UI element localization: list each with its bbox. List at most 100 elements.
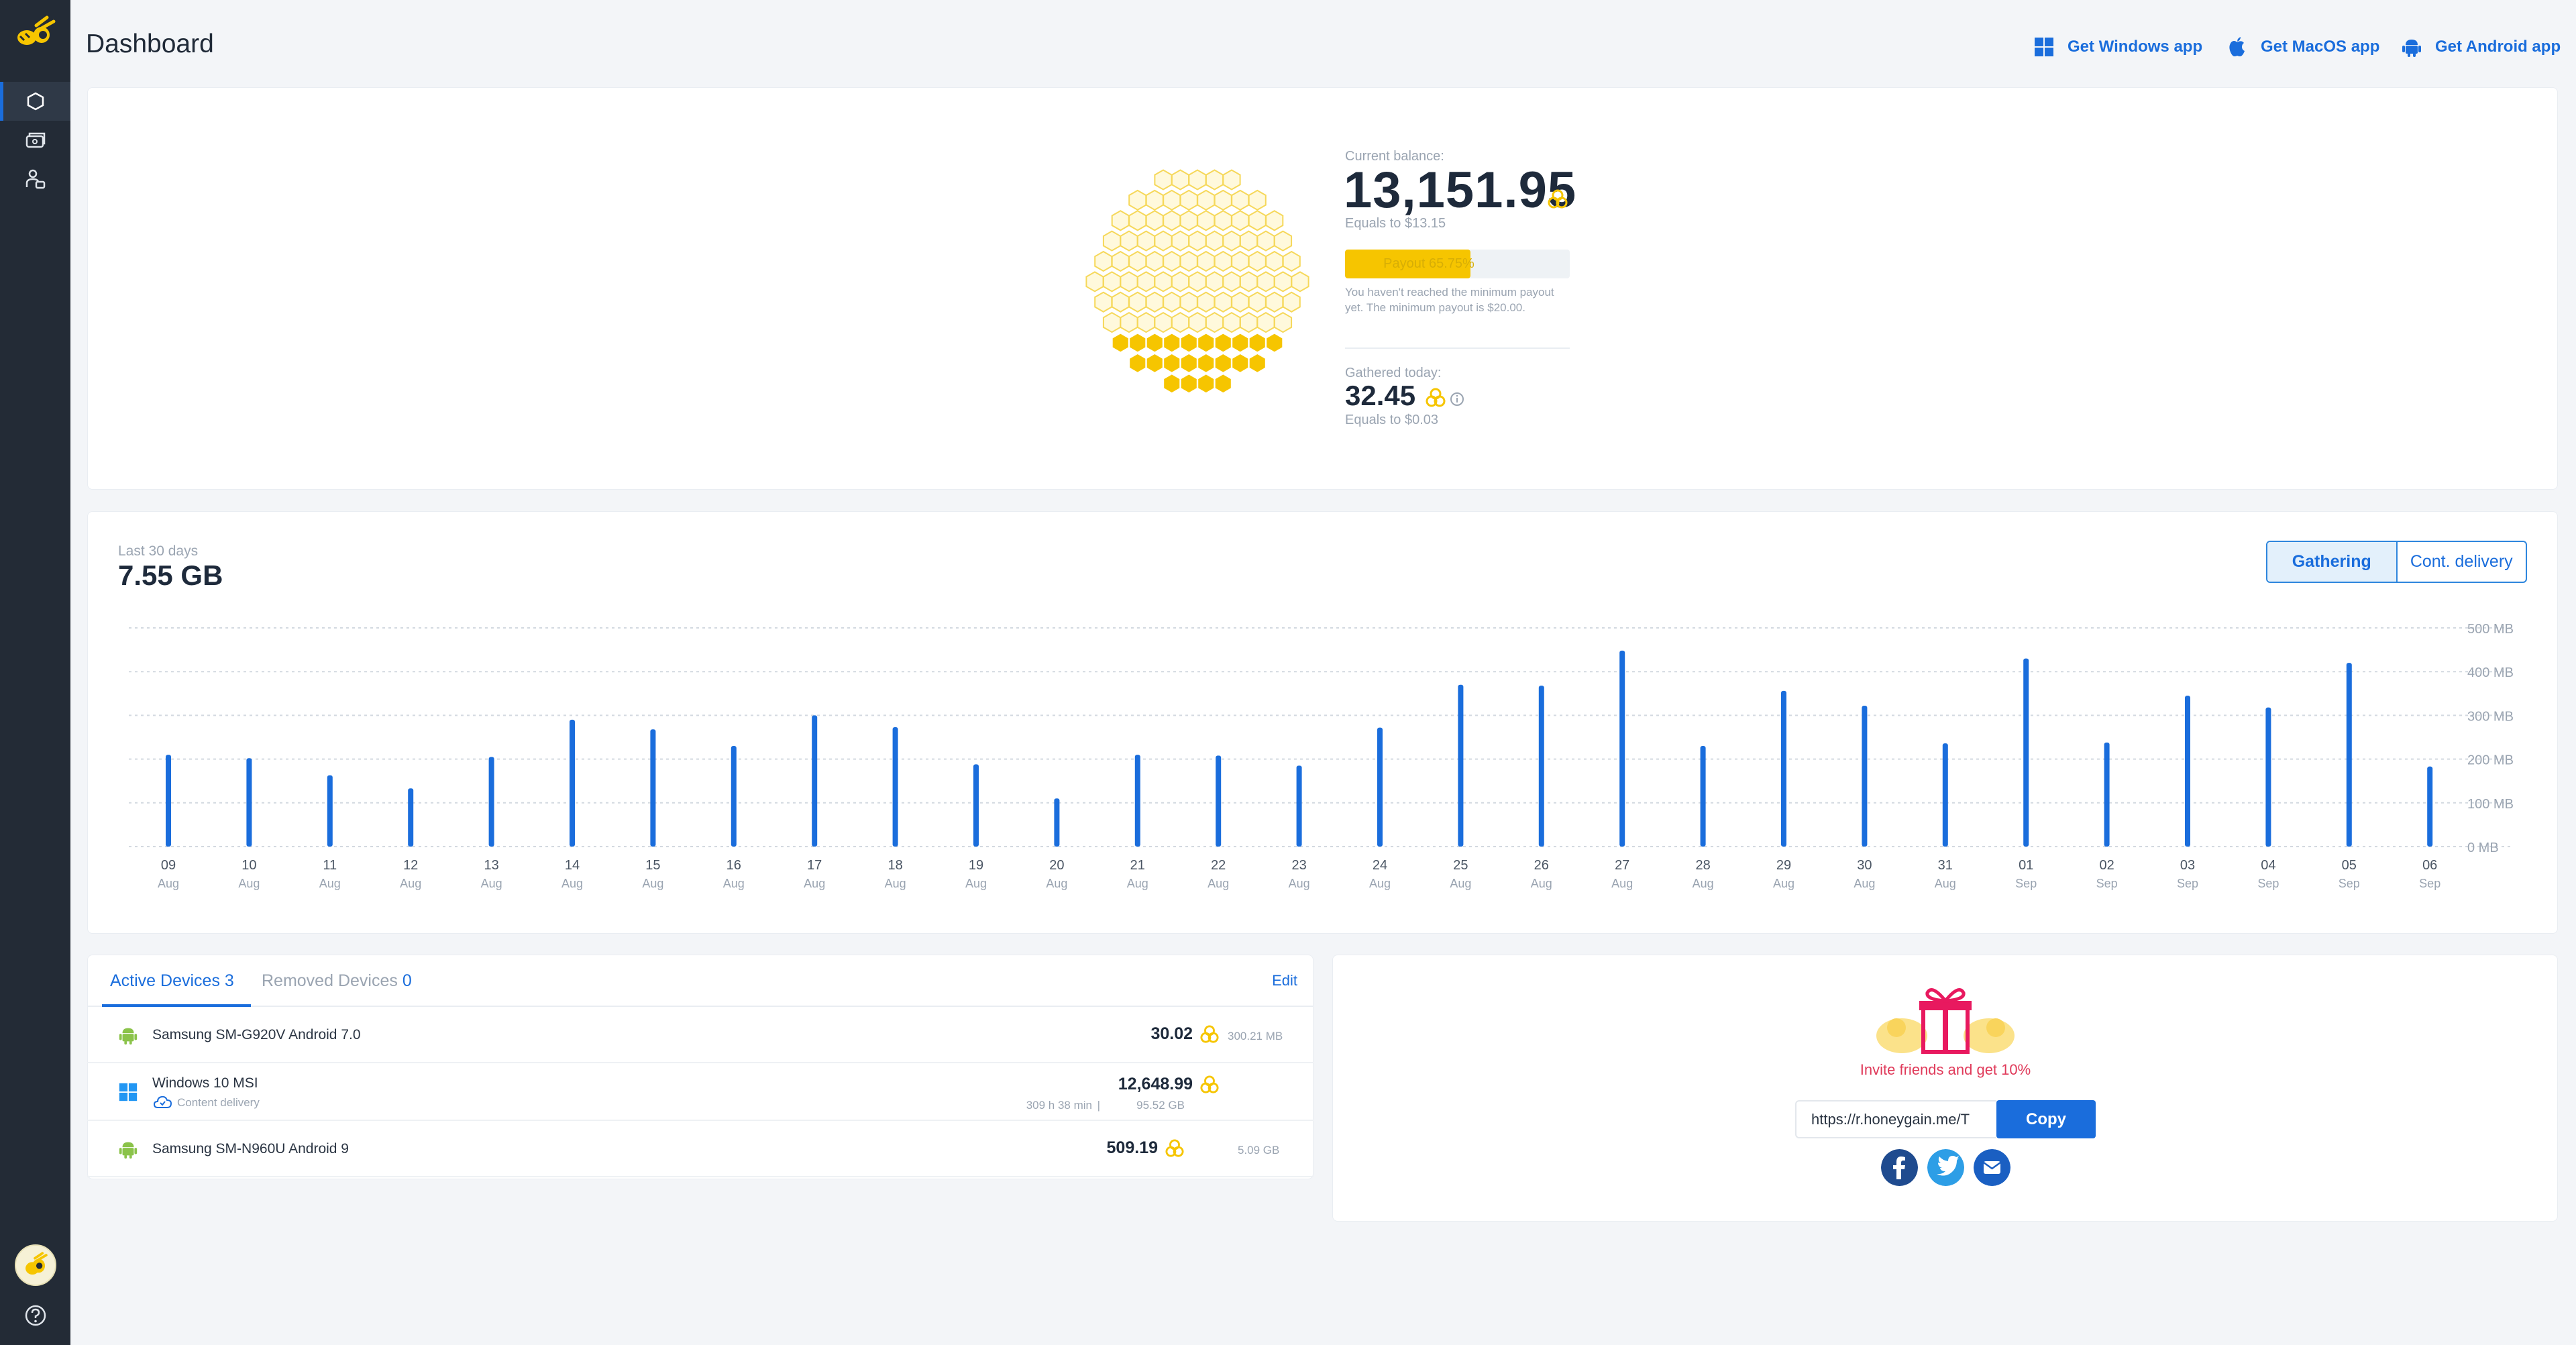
bar[interactable]	[1134, 755, 1140, 847]
bar[interactable]	[327, 775, 333, 847]
tab-removed-devices[interactable]: Removed Devices 0	[254, 955, 428, 1007]
facebook-icon[interactable]	[1881, 1149, 1918, 1186]
bar[interactable]	[1619, 650, 1625, 847]
honeycomb-cell	[1265, 210, 1284, 231]
honeycomb-cell	[1145, 250, 1164, 272]
honeycomb-cell	[1197, 352, 1216, 374]
device-data-usage: 5.09 GB	[1238, 1144, 1280, 1156]
bar[interactable]	[2427, 766, 2433, 847]
bar[interactable]	[1216, 755, 1222, 847]
x-tick-day: 10	[241, 858, 256, 873]
honeycomb-cell	[1214, 373, 1232, 394]
device-row[interactable]: Samsung SM-N960U Android 9 509.19 5.09 G…	[87, 1121, 1313, 1177]
honeycomb-cell	[1171, 169, 1190, 191]
x-tick-day: 27	[1615, 858, 1629, 873]
help-icon[interactable]	[23, 1303, 48, 1328]
get-android-app-link[interactable]: Get Android app	[2400, 34, 2561, 60]
honeycomb-cell	[1111, 291, 1130, 313]
x-tick-day: 09	[161, 858, 176, 873]
x-tick-day: 01	[2019, 858, 2033, 873]
bar[interactable]	[1538, 686, 1544, 847]
x-tick-month: Aug	[723, 877, 745, 890]
honeycomb-cell	[1273, 311, 1293, 333]
honeycomb-cell	[1179, 210, 1198, 231]
twitter-icon[interactable]	[1927, 1149, 1964, 1186]
bar[interactable]	[650, 729, 656, 847]
honeycomb-cell	[1120, 311, 1138, 333]
bar[interactable]	[731, 746, 737, 847]
bar[interactable]	[1054, 798, 1060, 847]
bar[interactable]	[488, 757, 494, 847]
bar[interactable]	[246, 758, 252, 847]
people-icon	[25, 169, 45, 189]
honeycomb-cell	[1179, 352, 1198, 374]
x-tick-month: Sep	[2015, 877, 2037, 890]
edit-devices-link[interactable]: Edit	[1272, 955, 1297, 1007]
bar[interactable]	[1942, 743, 1948, 847]
honeycomb-cell	[1163, 373, 1181, 394]
honeycomb-cell	[1248, 352, 1267, 374]
bar[interactable]	[1781, 690, 1786, 847]
gathering-toggle-button[interactable]: Gathering	[2267, 542, 2396, 582]
bar[interactable]	[1700, 746, 1706, 847]
x-tick-day: 26	[1534, 858, 1549, 873]
x-tick-month: Aug	[642, 877, 663, 890]
honeycomb-cell	[1163, 189, 1181, 211]
honeycomb-cell	[1231, 189, 1250, 211]
sidebar-item-referrals[interactable]	[0, 160, 70, 199]
device-row[interactable]: Samsung SM-G920V Android 7.0 30.02 300.2…	[87, 1007, 1313, 1063]
honeycomb-cell	[1179, 189, 1198, 211]
honeycomb-cell	[1197, 291, 1216, 313]
honeycomb-cell	[1154, 230, 1173, 252]
hexagon-icon	[27, 92, 44, 111]
honeygain-credits-icon	[1200, 1075, 1219, 1093]
y-tick-label: 400 MB	[2467, 665, 2514, 680]
gathered-today-label: Gathered today:	[1345, 366, 1442, 380]
honeycomb-cell	[1145, 189, 1164, 211]
honeygain-credits-icon	[1548, 189, 1568, 209]
bar[interactable]	[570, 719, 575, 847]
tab-active-devices[interactable]: Active Devices 3	[102, 955, 251, 1007]
bar[interactable]	[408, 788, 414, 847]
x-tick-day: 23	[1291, 858, 1306, 873]
tab-removed-devices-label: Removed Devices	[262, 971, 398, 990]
windows-icon	[119, 1083, 138, 1101]
bar[interactable]	[2265, 707, 2271, 847]
sidebar-item-dashboard[interactable]	[0, 82, 70, 121]
get-macos-app-link[interactable]: Get MacOS app	[2226, 34, 2379, 60]
device-row[interactable]: Windows 10 MSI Content delivery 12,648.9…	[87, 1063, 1313, 1121]
bar[interactable]	[2023, 658, 2029, 847]
x-tick-day: 22	[1211, 858, 1226, 873]
bar[interactable]	[2346, 663, 2352, 847]
gathered-today-equals: Equals to $0.03	[1345, 413, 1438, 427]
bar[interactable]	[812, 715, 818, 847]
bar[interactable]	[1862, 706, 1868, 847]
bar[interactable]	[166, 755, 171, 847]
bar[interactable]	[2185, 696, 2190, 847]
content-delivery-toggle-button[interactable]: Cont. delivery	[2396, 542, 2526, 582]
email-icon[interactable]	[1974, 1149, 2010, 1186]
device-earnings: 12,648.99	[1118, 1075, 1193, 1093]
bar[interactable]	[973, 764, 979, 847]
bar[interactable]	[892, 727, 898, 847]
honeycomb-cell	[1205, 311, 1224, 333]
honeycomb-cell	[1188, 311, 1207, 333]
honeycomb-cell	[1188, 271, 1207, 292]
honeygain-logo[interactable]	[12, 12, 59, 52]
copy-button[interactable]: Copy	[1996, 1100, 2096, 1138]
x-tick-month: Sep	[2419, 877, 2440, 890]
bar[interactable]	[1458, 684, 1464, 847]
get-windows-app-link[interactable]: Get Windows app	[2033, 34, 2202, 60]
sidebar-item-wallet[interactable]	[0, 121, 70, 160]
tab-removed-devices-count: 0	[402, 971, 412, 990]
bar[interactable]	[2104, 742, 2110, 847]
honeycomb-cell	[1248, 332, 1267, 354]
bar[interactable]	[1377, 727, 1383, 847]
bar[interactable]	[1296, 765, 1302, 847]
user-avatar[interactable]	[15, 1244, 56, 1286]
honeycomb-cell	[1128, 250, 1147, 272]
honeycomb-cell	[1179, 373, 1198, 394]
referral-link-input[interactable]: https://r.honeygain.me/T	[1795, 1100, 1996, 1138]
info-icon[interactable]	[1449, 391, 1465, 407]
balance-equals: Equals to $13.15	[1345, 216, 1446, 231]
